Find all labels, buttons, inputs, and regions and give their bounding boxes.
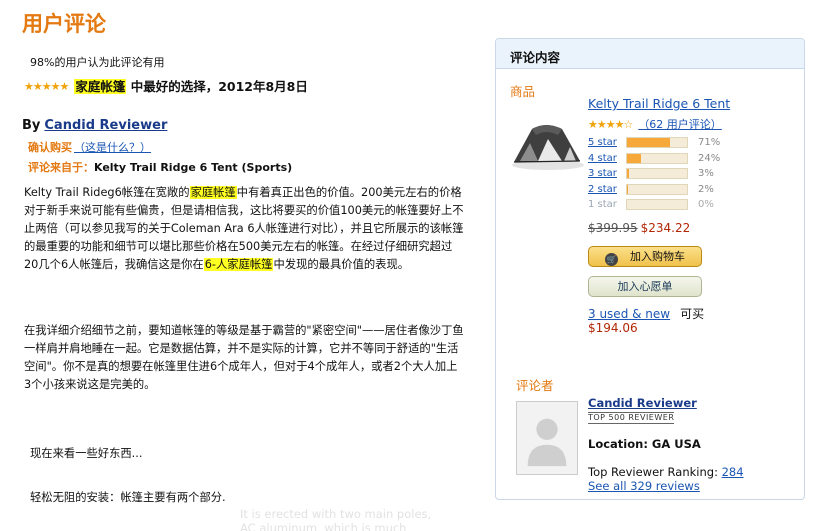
price: $399.95 $234.22 xyxy=(588,221,690,235)
histogram-row[interactable]: 5 star 71% xyxy=(588,135,720,151)
review-sidebar: 评论内容 商品 Kelty Trail Ridge 6 Tent ★★★★☆ （6… xyxy=(495,38,805,500)
review-count-link[interactable]: （62 用户评论） xyxy=(638,118,722,131)
add-to-cart-button[interactable]: 🛒 加入购物车 xyxy=(588,246,702,267)
by-label: By xyxy=(22,118,41,133)
ranking-link[interactable]: 284 xyxy=(722,465,744,479)
reviewer-section-label: 评论者 xyxy=(516,378,554,393)
review-paragraph-4: 轻松无阻的安装：帐篷主要有两个部分. xyxy=(30,491,226,504)
used-offers: 3 used & new 可买 xyxy=(588,305,704,322)
cart-icon: 🛒 xyxy=(605,253,618,266)
source-value: Kelty Trail Ridge 6 Tent (Sports) xyxy=(94,161,293,174)
verified-label: 确认购买 xyxy=(28,141,72,154)
what-is-this-link[interactable]: （这是什么？） xyxy=(74,141,151,154)
histogram-percent: 0% xyxy=(698,199,714,211)
source-label: 评论来自于： xyxy=(28,161,94,174)
histogram-percent: 2% xyxy=(698,183,714,195)
histogram-bar xyxy=(626,183,688,195)
reviewer-link[interactable]: Candid Reviewer xyxy=(44,118,167,133)
faded-line-1: It is erected with two main poles, xyxy=(240,507,432,521)
reviewer-badge: TOP 500 REVIEWER xyxy=(588,412,675,424)
add-to-cart-label: 加入购物车 xyxy=(630,250,685,263)
used-suffix: 可买 xyxy=(680,307,705,321)
histogram-bar-fill xyxy=(627,169,629,179)
review-stars: ★★★★★ xyxy=(24,80,69,93)
helpful-votes: 98%的用户认为此评论有用 xyxy=(30,56,165,69)
used-price: $194.06 xyxy=(588,321,638,335)
histogram-label[interactable]: 4 star xyxy=(588,153,626,164)
product-section-label: 商品 xyxy=(510,84,536,99)
product-title-link[interactable]: Kelty Trail Ridge 6 Tent xyxy=(588,96,730,111)
add-to-wishlist-label: 加入心愿单 xyxy=(617,280,673,293)
p1-text-c: 中发现的最具价值的表现。 xyxy=(273,258,410,271)
histogram-bar-fill xyxy=(627,184,629,194)
review-paragraph-2: 在我详细介绍细节之前，要知道帐篷的等级是基于霸营的"紧密空间"——居住者像沙丁鱼… xyxy=(24,324,464,391)
histogram-bar xyxy=(626,152,688,164)
add-to-wishlist-button[interactable]: 加入心愿单 xyxy=(588,276,702,297)
histogram-bar xyxy=(626,199,688,211)
review-headline: ★★★★★ 家庭帐篷 中最好的选择，2012年8月8日 xyxy=(24,76,308,95)
histogram-label[interactable]: 5 star xyxy=(588,137,626,148)
used-and-new-link[interactable]: 3 used & new xyxy=(588,307,670,321)
sidebar-header: 评论内容 xyxy=(496,39,804,69)
histogram-percent: 3% xyxy=(698,168,714,180)
review-paragraph-3: 现在来看一些好东西... xyxy=(30,447,143,460)
keyword-highlight: 6-人家庭帐篷 xyxy=(203,258,274,271)
histogram-row[interactable]: 3 star 3% xyxy=(588,166,720,182)
faded-line-2: AC aluminum, which is much xyxy=(240,521,407,531)
rating-histogram: 5 star 71% 4 star 24% 3 star 3% 2 star 2% 1 star… xyxy=(588,135,720,213)
review-source: 评论来自于：Kelty Trail Ridge 6 Tent (Sports) xyxy=(28,159,292,175)
reviewer-location: Location: GA USA xyxy=(588,437,701,451)
histogram-bar xyxy=(626,137,688,149)
product-rating: ★★★★☆ （62 用户评论） xyxy=(588,116,722,132)
reviewer-avatar-icon[interactable] xyxy=(516,401,578,475)
review-paragraph-1: Kelty Trail Rideg6帐篷在宽敞的家庭帐篷中有着真正出色的价值。2… xyxy=(24,184,464,274)
reviewer-name-link[interactable]: Candid Reviewer xyxy=(588,396,697,410)
histogram-bar-fill xyxy=(627,138,670,148)
list-price: $399.95 xyxy=(588,221,638,235)
histogram-bar xyxy=(626,168,688,180)
page-title: 用户评论 xyxy=(22,12,106,36)
see-all-reviews-link[interactable]: See all 329 reviews xyxy=(588,479,700,493)
histogram-label[interactable]: 1 star xyxy=(588,199,626,210)
reviewer-ranking: Top Reviewer Ranking: 284 xyxy=(588,465,744,479)
histogram-label[interactable]: 2 star xyxy=(588,184,626,195)
ranking-label: Top Reviewer Ranking: xyxy=(588,465,718,479)
sale-price: $234.22 xyxy=(640,221,691,235)
histogram-percent: 71% xyxy=(698,137,721,149)
byline: By Candid Reviewer xyxy=(22,118,167,133)
rating-stars-icon: ★★★★☆ xyxy=(588,118,633,131)
histogram-percent: 24% xyxy=(698,152,721,164)
histogram-bar-fill xyxy=(627,153,642,163)
histogram-row[interactable]: 1 star 0% xyxy=(588,197,720,213)
headline-text: 中最好的选择，2012年8月8日 xyxy=(130,79,308,94)
keyword-highlight: 家庭帐篷 xyxy=(189,186,237,199)
verified-purchase: 确认购买 （这是什么？） xyxy=(28,139,151,155)
histogram-row[interactable]: 4 star 24% xyxy=(588,151,720,167)
faded-text: It is erected with two main poles, AC al… xyxy=(240,507,431,531)
histogram-label[interactable]: 3 star xyxy=(588,168,626,179)
histogram-row[interactable]: 2 star 2% xyxy=(588,182,720,198)
tent-image[interactable] xyxy=(508,115,586,175)
p1-text-a: Kelty Trail Rideg6帐篷在宽敞的 xyxy=(24,186,190,199)
headline-keyword: 家庭帐篷 xyxy=(74,79,127,94)
